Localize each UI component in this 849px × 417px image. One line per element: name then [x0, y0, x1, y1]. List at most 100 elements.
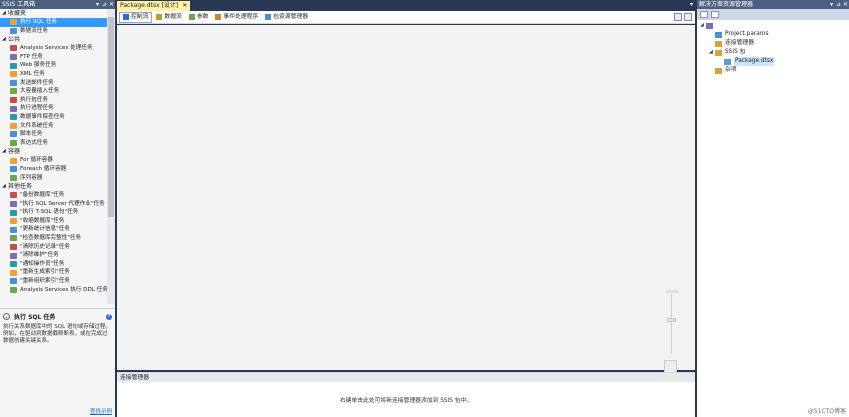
designer-tab[interactable]: 参数: [186, 12, 212, 23]
toolbox-item[interactable]: "清除维护"任务: [0, 251, 107, 260]
toolbox-item[interactable]: XML 任务: [0, 70, 107, 79]
solution-titlebar: 解决方案资源管理器 ▾ ⊿ ✕: [697, 0, 849, 9]
designer-tab[interactable]: 包资源管理器: [262, 12, 311, 23]
toolbox-item[interactable]: "收缩数据库"任务: [0, 217, 107, 226]
collapse-icon[interactable]: ⌄: [3, 313, 10, 320]
variables-icon[interactable]: [684, 13, 692, 21]
toolbox-item[interactable]: "备份数据库"任务: [0, 191, 107, 200]
toolbox-title: SSIS 工具箱: [2, 1, 36, 8]
solution-node[interactable]: Project.params: [697, 30, 849, 39]
solution-node-label: 杂项: [725, 67, 737, 73]
toolbox-item[interactable]: Web 服务任务: [0, 61, 107, 70]
help-title-row: ⌄ 执行 SQL 任务 ?: [3, 312, 112, 321]
folder-icon: [715, 67, 722, 74]
solution-node[interactable]: 连接管理器: [697, 39, 849, 48]
control-flow-canvas[interactable]: [117, 25, 695, 373]
toolbox-item[interactable]: 文件系统任务: [0, 122, 107, 131]
zoom-control[interactable]: [664, 290, 678, 380]
designer-tab[interactable]: 数据流: [153, 12, 184, 23]
dataflow-icon: [156, 14, 163, 20]
toolbox-item[interactable]: FTP 任务: [0, 53, 107, 62]
toolbox-item[interactable]: 序列容器: [0, 174, 107, 183]
solution-node-label: Project.params: [725, 31, 769, 37]
dropdown-icon[interactable]: ▾: [94, 0, 101, 9]
toolbox-category[interactable]: ◢ 容器: [0, 147, 107, 156]
task-icon: [10, 166, 17, 173]
toolbox-item[interactable]: 表达式任务: [0, 139, 107, 148]
toolbox-item[interactable]: Analysis Services 处理任务: [0, 44, 107, 53]
toolbox-category[interactable]: ◢ 公共: [0, 35, 107, 44]
toolbox-item[interactable]: 执行 SQL 任务: [0, 18, 107, 27]
designer-tab[interactable]: 事件处理程序: [212, 12, 261, 23]
toolbox-item[interactable]: "通知操作员"任务: [0, 260, 107, 269]
connection-manager-area[interactable]: 右键单击此处可将新连接管理器添加到 SSIS 包中。: [117, 382, 695, 417]
document-tab-package[interactable]: Package.dtsx [设计] ✕: [117, 1, 191, 11]
toolbox-item[interactable]: 执行包任务: [0, 96, 107, 105]
designer-tools: [674, 13, 692, 21]
toolbox-item[interactable]: 数据流任务: [0, 27, 107, 36]
designer-tab-label: 参数: [196, 13, 209, 20]
toolbox-item[interactable]: 发送邮件任务: [0, 79, 107, 88]
task-icon: [10, 97, 17, 104]
solution-node-label: Package.dtsx: [734, 57, 775, 66]
package-explorer-icon: [265, 14, 272, 20]
close-icon[interactable]: ✕: [842, 0, 849, 9]
toolbox-item[interactable]: "更新统计信息"任务: [0, 225, 107, 234]
close-icon[interactable]: ✕: [108, 0, 115, 9]
zoom-slider[interactable]: [667, 318, 676, 322]
pin-icon[interactable]: ⊿: [835, 0, 842, 9]
solution-node[interactable]: ◢: [697, 21, 849, 30]
toolbox-item-label: "收缩数据库"任务: [20, 217, 65, 224]
designer-tab[interactable]: 控制流: [119, 11, 153, 23]
category-label: 容器: [8, 148, 21, 156]
toolbox-item-label: "备份数据库"任务: [20, 192, 65, 199]
find-samples-link[interactable]: 查找示例: [90, 407, 112, 415]
solution-node[interactable]: 杂项: [697, 66, 849, 75]
designer-tab-label: 事件处理程序: [223, 13, 259, 20]
toolbox-scrollbar[interactable]: [107, 9, 115, 304]
toolbox-item[interactable]: 脚本任务: [0, 130, 107, 139]
solution-node[interactable]: ◢ SSIS 包: [697, 48, 849, 57]
solution-node[interactable]: Package.dtsx: [697, 57, 849, 66]
task-icon: [10, 174, 17, 181]
category-label: 公共: [8, 36, 21, 44]
scrollbar-thumb[interactable]: [108, 17, 114, 217]
task-icon: [10, 45, 17, 52]
toolbox-item[interactable]: "执行 T-SQL 语句"任务: [0, 208, 107, 217]
home-icon[interactable]: [700, 11, 708, 18]
toolbox-item[interactable]: Foreach 循环容器: [0, 165, 107, 174]
dropdown-icon[interactable]: ▾: [828, 0, 835, 9]
help-icon[interactable]: ?: [106, 313, 112, 320]
toolbox-item-label: Web 服务任务: [20, 62, 57, 69]
toolbox-item[interactable]: 数据事件探查任务: [0, 113, 107, 122]
toolbox-item-label: "更新统计信息"任务: [20, 226, 70, 233]
toolbox-category[interactable]: ◢ 收藏夹: [0, 9, 107, 18]
solution-node-label: 连接管理器: [725, 40, 754, 46]
tab-menu-icon[interactable]: ▾: [690, 1, 693, 8]
toolbox-item-label: 序列容器: [20, 174, 43, 181]
pin-icon[interactable]: ⊿: [101, 0, 108, 9]
toolbox-item[interactable]: For 循环容器: [0, 156, 107, 165]
toolbox-item-label: 脚本任务: [20, 131, 43, 138]
toolbox-item-label: 文件系统任务: [20, 122, 54, 129]
toolbox-item[interactable]: "重新组织索引"任务: [0, 277, 107, 286]
toolbox-item-label: 数据事件探查任务: [20, 113, 65, 120]
toolbox-item[interactable]: "执行 SQL Server 代理作业"任务: [0, 200, 107, 209]
toolbox-category[interactable]: ◢ 其他任务: [0, 182, 107, 191]
task-icon: [10, 243, 17, 250]
toolbox-item-label: FTP 任务: [20, 53, 43, 60]
close-tab-icon[interactable]: ✕: [182, 1, 187, 11]
toolbox-item[interactable]: "检查数据库完整性"任务: [0, 234, 107, 243]
toolbox-item[interactable]: Analysis Services 执行 DDL 任务: [0, 286, 107, 295]
toolbox-item[interactable]: "清除历史记录"任务: [0, 243, 107, 252]
task-icon: [10, 79, 17, 86]
toolbox-help-pane: ⌄ 执行 SQL 任务 ? 执行关系数据库中的 SQL 语句或存储过程。例如，在…: [0, 308, 115, 417]
toolbox-item[interactable]: 大容量插入任务: [0, 87, 107, 96]
toolbox-item[interactable]: "重新生成索引"任务: [0, 268, 107, 277]
toolbox-item[interactable]: 执行进程任务: [0, 104, 107, 113]
zoom-tool-icon[interactable]: [674, 13, 682, 21]
task-icon: [10, 71, 17, 78]
refresh-icon[interactable]: [711, 11, 719, 18]
task-icon: [10, 218, 17, 225]
task-icon: [10, 54, 17, 61]
